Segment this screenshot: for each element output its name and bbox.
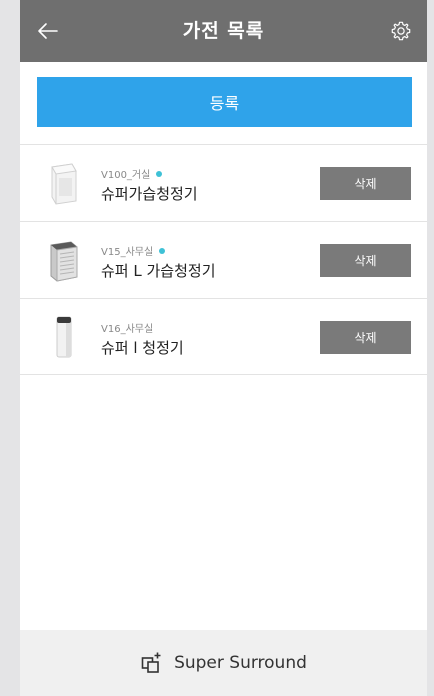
device-model: V15_사무실 (101, 247, 154, 258)
device-name: 슈퍼가습청정기 (101, 185, 198, 203)
delete-button[interactable]: 삭제 (320, 167, 411, 200)
settings-button[interactable] (389, 19, 413, 43)
app-screen: 가전 목록 등록 V100_거실 슈퍼가습청정기 삭제 V15_사무실 슈퍼 L… (20, 0, 427, 696)
humidifier-purifier-icon (50, 241, 78, 282)
online-status-dot (159, 247, 166, 254)
list-item[interactable]: V100_거실 슈퍼가습청정기 삭제 (20, 144, 427, 221)
delete-button[interactable]: 삭제 (320, 244, 411, 277)
device-model: V100_거실 (101, 170, 151, 181)
device-model: V16_사무실 (101, 324, 154, 335)
list-item[interactable]: V15_사무실 슈퍼 L 가습청정기 삭제 (20, 221, 427, 298)
device-model-row: V100_거실 (101, 166, 163, 181)
super-surround-button[interactable]: Super Surround (20, 630, 427, 696)
humidifier-purifier-icon (51, 163, 77, 205)
online-status-dot (156, 170, 163, 177)
gear-icon (391, 21, 411, 41)
delete-button[interactable]: 삭제 (320, 321, 411, 354)
list-item[interactable]: V16_사무실 슈퍼 l 청정기 삭제 (20, 298, 427, 375)
super-surround-label: Super Surround (174, 653, 307, 673)
air-purifier-icon (56, 316, 72, 358)
header-bar: 가전 목록 (20, 0, 427, 62)
device-model-row: V16_사무실 (101, 320, 153, 335)
add-group-icon (141, 652, 161, 673)
register-button[interactable]: 등록 (37, 77, 412, 127)
device-list: V100_거실 슈퍼가습청정기 삭제 V15_사무실 슈퍼 L 가습청정기 삭제 (20, 144, 427, 375)
device-name: 슈퍼 L 가습청정기 (101, 262, 216, 280)
device-name: 슈퍼 l 청정기 (101, 339, 184, 357)
page-title: 가전 목록 (182, 20, 265, 42)
device-model-row: V15_사무실 (101, 243, 166, 258)
